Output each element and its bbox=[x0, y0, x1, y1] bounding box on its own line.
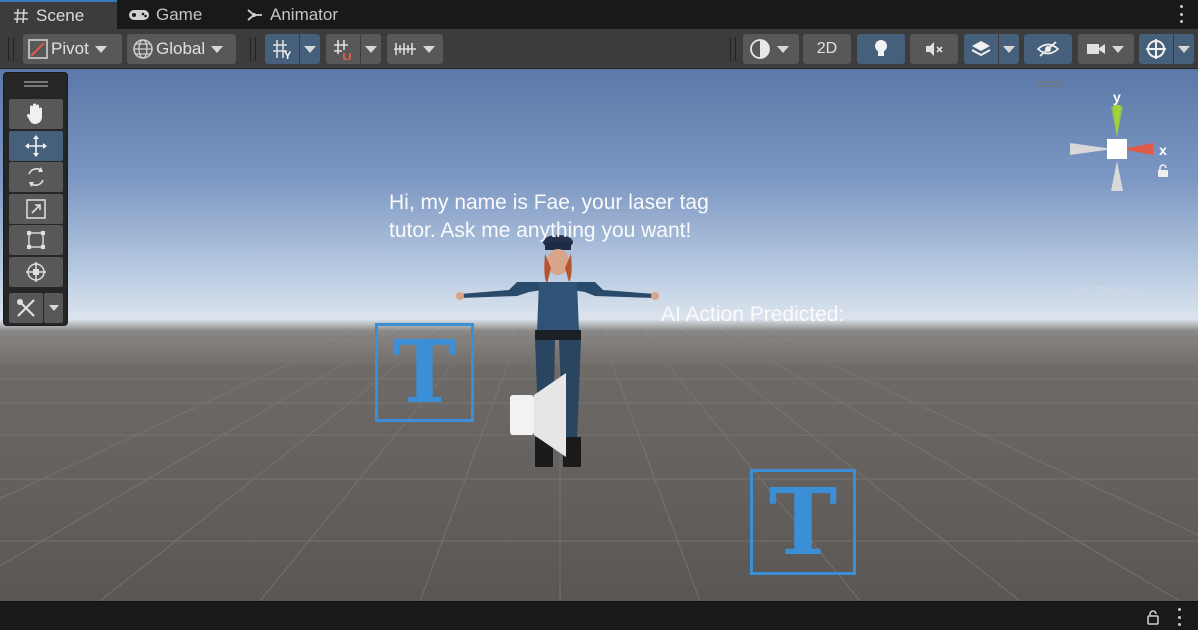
chevron-down-icon bbox=[304, 45, 316, 53]
chevron-down-icon bbox=[1003, 45, 1015, 53]
2d-toggle-button[interactable]: 2D bbox=[803, 34, 851, 64]
global-dropdown[interactable]: Global bbox=[127, 34, 236, 64]
effects-dropdown[interactable] bbox=[999, 34, 1019, 64]
window-tab-bar: Scene Game Animator bbox=[0, 0, 1198, 29]
text-gizmo-icon[interactable]: T bbox=[375, 322, 474, 423]
gizmos-toggle-button[interactable] bbox=[1139, 34, 1173, 64]
grid-snap-button[interactable] bbox=[326, 34, 360, 64]
lock-icon[interactable] bbox=[1146, 609, 1160, 630]
text-gizmo-glyph: T bbox=[768, 468, 838, 576]
status-bar bbox=[0, 601, 1198, 630]
orientation-gizmo[interactable]: y x bbox=[1065, 85, 1175, 195]
tab-animator-label: Animator bbox=[270, 4, 339, 24]
chevron-down-icon bbox=[423, 45, 435, 53]
hand-icon bbox=[25, 102, 47, 126]
audio-source-icon[interactable] bbox=[508, 369, 570, 461]
gizmos-dropdown[interactable] bbox=[1174, 34, 1194, 64]
grid-y-icon: Y bbox=[271, 38, 293, 60]
window-menu-button[interactable] bbox=[1178, 5, 1184, 23]
toolbar-grip[interactable] bbox=[8, 37, 14, 61]
gizmo-y-label: y bbox=[1113, 89, 1121, 105]
chevron-down-icon bbox=[48, 305, 59, 311]
eye-slash-icon bbox=[1037, 40, 1059, 58]
pivot-label: Pivot bbox=[51, 39, 89, 58]
custom-tools-dropdown[interactable] bbox=[44, 293, 63, 323]
chevron-down-icon bbox=[94, 45, 107, 53]
rect-transform-icon bbox=[25, 229, 47, 251]
grid-visibility-dropdown[interactable] bbox=[300, 34, 320, 64]
grid-snap-icon bbox=[332, 38, 354, 60]
gizmo-x-label: x bbox=[1159, 142, 1167, 158]
layers-icon bbox=[971, 40, 991, 58]
grid-snap-dropdown[interactable] bbox=[361, 34, 381, 64]
view-tool-button[interactable] bbox=[9, 99, 63, 129]
toolbar-grip[interactable] bbox=[730, 37, 736, 61]
ruler-icon bbox=[393, 39, 417, 59]
lightbulb-icon bbox=[873, 39, 889, 59]
scene-toolbar: Pivot Global Y 2D bbox=[0, 29, 1198, 69]
tab-animator[interactable]: Animator bbox=[246, 0, 376, 29]
lighting-toggle-button[interactable] bbox=[857, 34, 905, 64]
chevron-down-icon bbox=[365, 45, 377, 53]
transform-icon bbox=[24, 260, 48, 284]
hidden-objects-toggle-button[interactable] bbox=[1024, 34, 1072, 64]
move-tool-button[interactable] bbox=[9, 131, 63, 161]
camera-settings-dropdown[interactable] bbox=[1078, 34, 1134, 64]
audio-toggle-button[interactable] bbox=[910, 34, 958, 64]
wrench-icon bbox=[15, 297, 37, 319]
mute-icon bbox=[924, 40, 944, 58]
gizmo-crosshair-icon bbox=[1145, 38, 1167, 60]
ai-action-label: AI Action Predicted: bbox=[661, 303, 845, 326]
toolbar-grip[interactable] bbox=[250, 37, 256, 61]
move-arrows-icon bbox=[24, 134, 48, 158]
tutor-speech-text: Hi, my name is Fae, your laser tag tutor… bbox=[389, 191, 709, 242]
2d-label: 2D bbox=[816, 40, 838, 57]
custom-tools-button[interactable] bbox=[9, 293, 43, 323]
rotate-tool-button[interactable] bbox=[9, 162, 63, 192]
scale-icon bbox=[25, 198, 47, 220]
chevron-down-icon bbox=[211, 45, 224, 53]
animator-icon bbox=[246, 6, 264, 24]
chevron-down-icon bbox=[1112, 45, 1124, 53]
tab-game-label: Game bbox=[156, 4, 203, 24]
perspective-icon bbox=[1075, 286, 1093, 300]
increment-snap-dropdown[interactable] bbox=[387, 34, 443, 64]
globe-icon bbox=[132, 38, 154, 60]
global-label: Global bbox=[156, 39, 206, 58]
effects-toggle-button[interactable] bbox=[964, 34, 998, 64]
gamepad-icon bbox=[128, 6, 150, 24]
tab-scene[interactable]: Scene bbox=[0, 0, 117, 29]
camera-icon bbox=[1086, 42, 1106, 56]
text-gizmo-glyph: T bbox=[392, 322, 457, 423]
overlay-drag-handle[interactable] bbox=[24, 81, 48, 87]
rotate-icon bbox=[24, 165, 48, 189]
scene-viewport[interactable]: T T Hi, my name is Fae, your laser tag t… bbox=[0, 69, 1198, 601]
projection-toggle[interactable]: Persp bbox=[1075, 283, 1139, 303]
pivot-dropdown[interactable]: Pivot bbox=[23, 34, 122, 64]
grid-visibility-button[interactable]: Y bbox=[265, 34, 299, 64]
hash-icon bbox=[12, 7, 30, 25]
status-menu-button[interactable] bbox=[1176, 608, 1182, 626]
text-gizmo-icon[interactable]: T bbox=[750, 468, 856, 576]
svg-text:Y: Y bbox=[284, 50, 292, 60]
tab-game[interactable]: Game bbox=[128, 0, 233, 29]
shading-sphere-icon bbox=[749, 38, 771, 60]
pivot-icon bbox=[27, 38, 49, 60]
tools-overlay bbox=[3, 72, 68, 326]
transform-tool-button[interactable] bbox=[9, 257, 63, 287]
shading-mode-dropdown[interactable] bbox=[743, 34, 799, 64]
gizmo-drag-handle[interactable] bbox=[1035, 81, 1063, 87]
chevron-down-icon bbox=[777, 45, 789, 53]
persp-label: Persp bbox=[1095, 283, 1140, 302]
tab-scene-label: Scene bbox=[36, 5, 85, 25]
chevron-down-icon bbox=[1178, 45, 1190, 53]
scale-tool-button[interactable] bbox=[9, 194, 63, 224]
rect-tool-button[interactable] bbox=[9, 225, 63, 255]
